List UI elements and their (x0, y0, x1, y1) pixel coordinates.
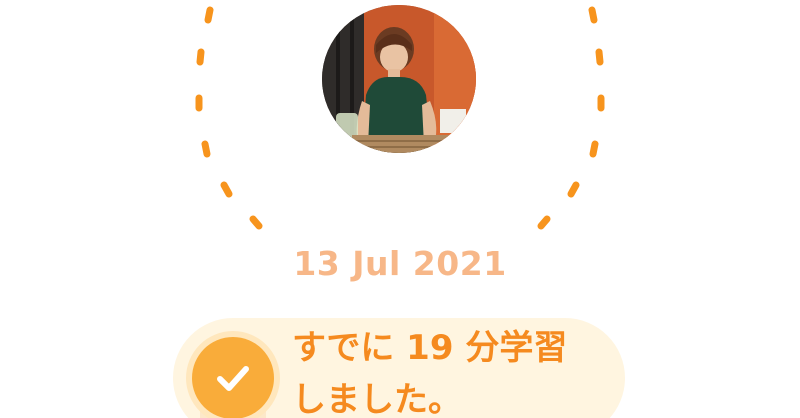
message-line-2: しました。 (292, 380, 462, 418)
ring-dash (196, 48, 205, 66)
check-badge (192, 337, 274, 418)
profile-photo-icon (322, 5, 476, 153)
ring-dash (249, 215, 263, 230)
ring-dash (567, 181, 580, 198)
ring-dash (595, 48, 604, 66)
checkmark-icon (217, 366, 249, 391)
ring-dash (204, 6, 214, 24)
study-summary-message: すでに 19 分学習 しました。 (292, 322, 567, 418)
avatar (322, 5, 476, 153)
ring-dash (589, 140, 599, 158)
ring-dash (537, 215, 551, 230)
message-line-1: すでに 19 分学習 (292, 328, 568, 368)
ring-dash (220, 181, 233, 198)
ring-dash (201, 140, 211, 158)
ring-dash (588, 6, 598, 24)
study-date: 13 Jul 2021 (293, 244, 507, 283)
study-progress-screen: 13 Jul 2021 すでに 19 分学習 しました。 (0, 0, 800, 418)
